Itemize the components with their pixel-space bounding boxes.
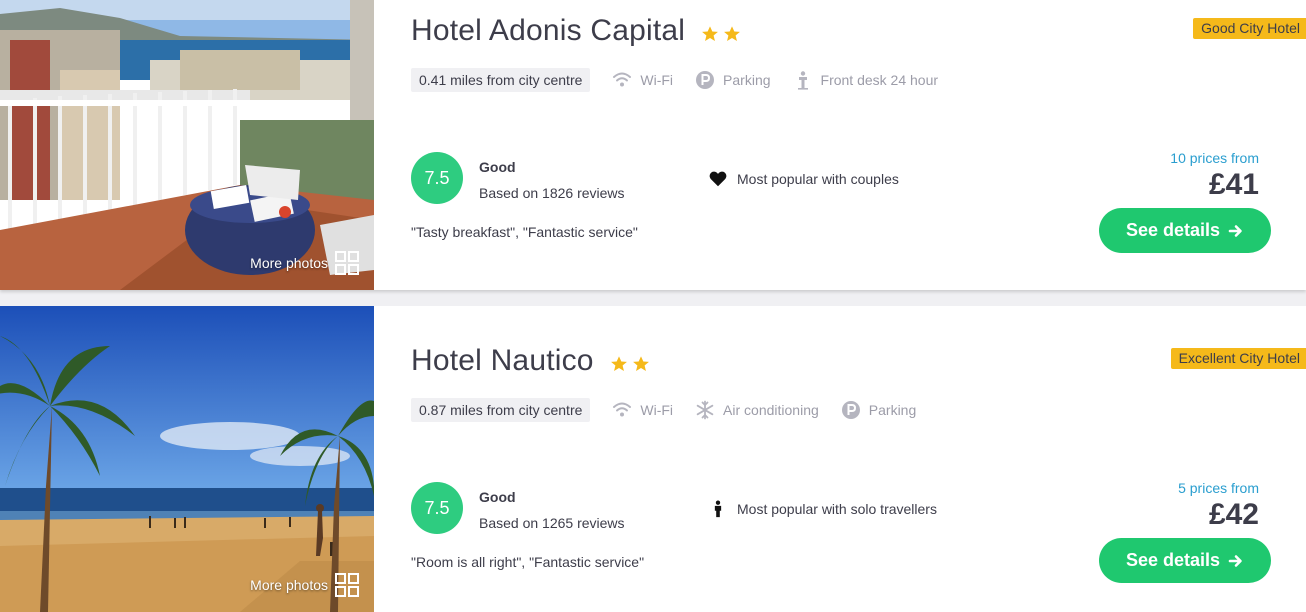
- star-icon: [632, 356, 649, 372]
- title-row: Hotel Adonis Capital: [411, 14, 741, 48]
- popular-with: Most popular with couples: [709, 170, 899, 188]
- prices-from-link[interactable]: 10 prices from: [1031, 150, 1259, 166]
- hotel-photo[interactable]: More photos: [0, 0, 374, 290]
- balcony-photo-image: [0, 0, 374, 290]
- hotel-card[interactable]: More photos Hotel Nautico Excellent City…: [0, 306, 1306, 612]
- prices-from-link[interactable]: 5 prices from: [1031, 480, 1259, 496]
- amenity-wifi: Wi-Fi: [612, 70, 673, 90]
- rating-score: 7.5: [411, 152, 463, 204]
- parking-icon: [696, 71, 715, 89]
- hotel-name[interactable]: Hotel Nautico: [411, 344, 594, 378]
- popular-label: Most popular with solo travellers: [737, 501, 937, 517]
- front-desk-icon: [797, 71, 808, 90]
- rating-score: 7.5: [411, 482, 463, 534]
- more-photos-button[interactable]: More photos: [250, 250, 360, 276]
- more-photos-label: More photos: [250, 255, 328, 271]
- see-details-button[interactable]: See details: [1099, 538, 1271, 583]
- grid-icon: [335, 573, 359, 597]
- beach-photo-image: [0, 306, 374, 612]
- rating-word: Good: [479, 159, 516, 175]
- review-count: Based on 1265 reviews: [479, 515, 625, 531]
- amenity-air-conditioning: Air conditioning: [695, 400, 819, 420]
- review-quotes: "Room is all right", "Fantastic service": [411, 554, 645, 570]
- amenity-label: Wi-Fi: [640, 72, 674, 88]
- parking-icon: [841, 401, 860, 419]
- more-photos-label: More photos: [250, 577, 328, 593]
- wifi-icon: [613, 72, 632, 87]
- price-box: 5 prices from £42: [1031, 480, 1271, 532]
- star-icon: [610, 356, 627, 372]
- arrow-right-icon: [1228, 554, 1242, 567]
- hotel-details: Hotel Nautico Excellent City Hotel 0.87 …: [411, 306, 1306, 612]
- amenity-label: Wi-Fi: [640, 402, 674, 418]
- review-quotes: "Tasty breakfast", "Fantastic service": [411, 224, 638, 240]
- star-icon: [724, 26, 741, 42]
- hotel-category-badge: Excellent City Hotel: [1170, 348, 1306, 369]
- hotel-card[interactable]: More photos Hotel Adonis Capital Good Ci…: [0, 0, 1306, 290]
- heart-icon: [709, 171, 727, 187]
- amenity-wifi: Wi-Fi: [612, 400, 673, 420]
- review-count: Based on 1826 reviews: [479, 185, 625, 201]
- arrow-right-icon: [1228, 224, 1242, 237]
- rating-word: Good: [479, 489, 516, 505]
- see-details-button[interactable]: See details: [1099, 208, 1271, 253]
- star-icon: [702, 26, 719, 42]
- amenity-front-desk: Front desk 24 hour: [793, 70, 939, 90]
- amenity-label: Parking: [723, 72, 771, 88]
- price-value: £42: [1208, 498, 1259, 531]
- see-details-label: See details: [1125, 220, 1221, 240]
- amenity-label: Air conditioning: [723, 402, 819, 418]
- more-photos-button[interactable]: More photos: [250, 572, 360, 598]
- star-rating: [701, 25, 741, 43]
- hotel-name[interactable]: Hotel Adonis Capital: [411, 14, 685, 48]
- star-rating: [610, 355, 650, 373]
- distance-label: 0.87 miles from city centre: [411, 398, 591, 422]
- price-box: 10 prices from £41: [1031, 150, 1271, 202]
- hotel-category-badge: Good City Hotel: [1193, 18, 1306, 39]
- amenity-parking: Parking: [841, 400, 916, 420]
- amenity-label: Front desk 24 hour: [820, 72, 939, 88]
- hotel-photo[interactable]: More photos: [0, 306, 374, 612]
- amenity-label: Parking: [868, 402, 917, 418]
- amenity-parking: Parking: [695, 70, 771, 90]
- price-value: £41: [1208, 168, 1259, 201]
- hotel-details: Hotel Adonis Capital Good City Hotel 0.4…: [411, 0, 1306, 290]
- person-icon: [714, 500, 722, 518]
- amenities-row: 0.87 miles from city centre Wi-Fi Air co…: [411, 398, 916, 422]
- popular-label: Most popular with couples: [737, 171, 899, 187]
- wifi-icon: [613, 402, 632, 417]
- distance-label: 0.41 miles from city centre: [411, 68, 591, 92]
- snowflake-icon: [696, 400, 714, 420]
- grid-icon: [335, 251, 359, 275]
- amenities-row: 0.41 miles from city centre Wi-Fi Parkin…: [411, 68, 938, 92]
- title-row: Hotel Nautico: [411, 344, 650, 378]
- popular-with: Most popular with solo travellers: [709, 500, 937, 518]
- see-details-label: See details: [1125, 550, 1221, 570]
